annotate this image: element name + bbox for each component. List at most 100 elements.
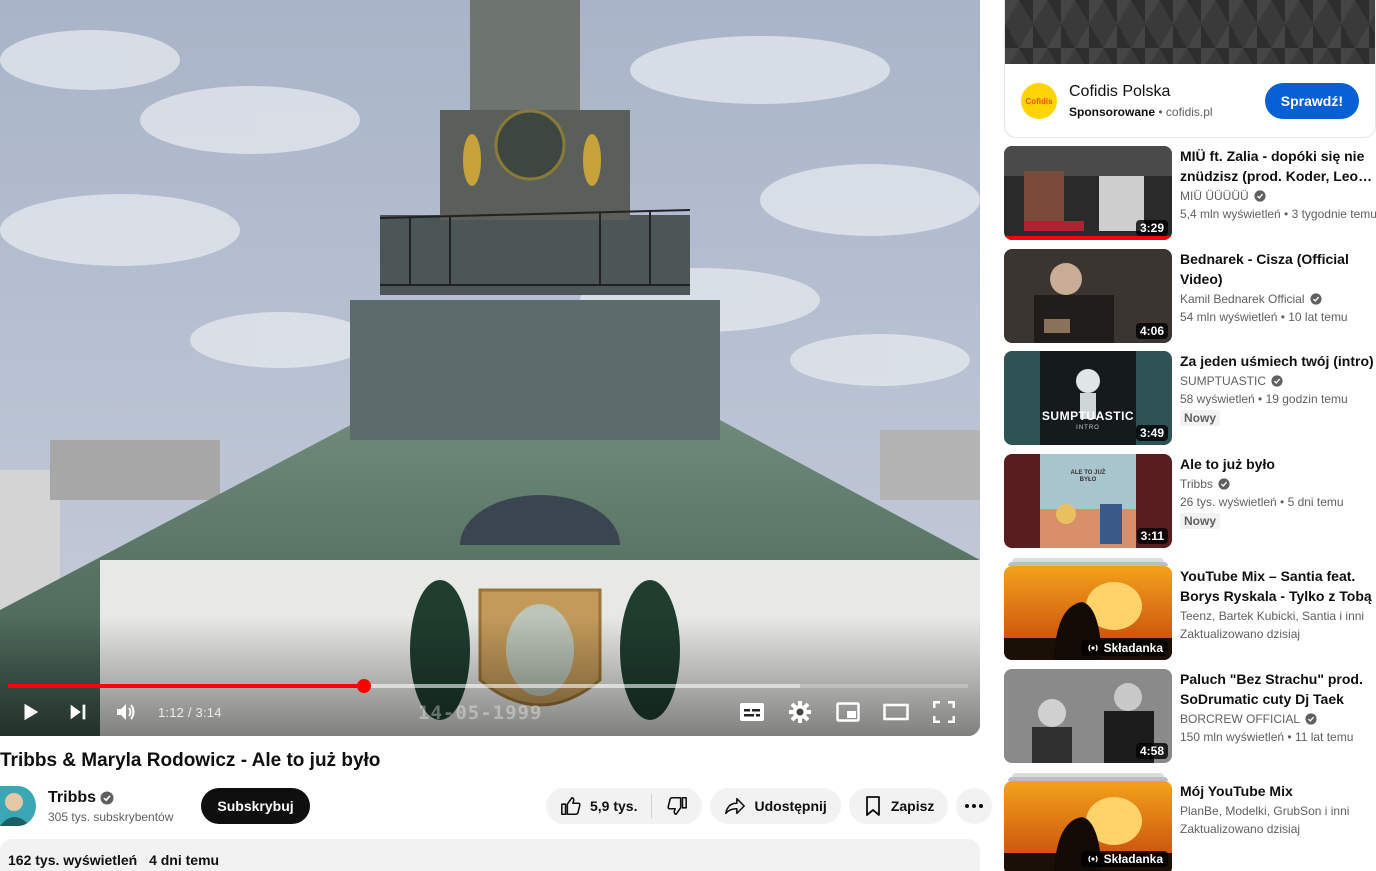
progress-played [8, 684, 365, 688]
recommendation-info: Ale to już było Tribbs 26 tys. wyświetle… [1172, 454, 1376, 548]
recommendation-title: Za jeden uśmiech twój (intro) [1180, 353, 1374, 369]
thumbnail-text: SUMPTUASTIC [1041, 409, 1135, 423]
recommendation-title: MIÜ ft. Zalia - dopóki się nie znüdzisz … [1180, 148, 1367, 184]
save-button[interactable]: Zapisz [848, 788, 949, 824]
description-box[interactable]: 162 tys. wyświetleń 4 dni temu [0, 839, 980, 871]
advertiser-name: Cofidis Polska [1069, 83, 1171, 100]
subtitles-icon [740, 703, 764, 721]
view-count: 162 tys. wyświetleń [8, 852, 138, 868]
fullscreen-icon [933, 701, 955, 723]
miniplayer-icon [836, 702, 860, 722]
video-player[interactable]: 14-05-1999 1:12 / 3:14 [0, 0, 980, 736]
recommendation-channel: PlanBe, Modelki, GrubSon i inni [1180, 804, 1350, 818]
recommendation-item[interactable]: Składanka Mój YouTube Mix PlanBe, Modelk… [1004, 781, 1376, 871]
video-thumbnail[interactable]: Składanka [1004, 566, 1172, 660]
recommendation-info: Za jeden uśmiech twój (intro) SUMPTUASTI… [1172, 351, 1376, 445]
thumb-up-icon [561, 796, 581, 816]
ad-text: Cofidis Polska Sponsorowane • cofidis.pl [1069, 83, 1265, 119]
video-thumbnail[interactable]: Składanka [1004, 781, 1172, 871]
video-duration: 4:58 [1135, 743, 1168, 759]
recommendation-meta: Zaktualizowano dzisiaj [1180, 627, 1301, 641]
recommendation-item[interactable]: 4:06 Bednarek - Cisza (Official Video) K… [1004, 249, 1376, 343]
thumb-down-icon [667, 796, 688, 816]
new-badge: Nowy [1180, 410, 1221, 426]
bookmark-icon [865, 796, 880, 816]
play-icon [24, 703, 39, 721]
subtitles-button[interactable] [728, 692, 776, 732]
recommendation-item[interactable]: SUMPTUASTIC INTRO 3:49 Za jeden uśmiech … [1004, 351, 1376, 445]
recommendation-title: Ale to już było [1180, 456, 1275, 472]
share-label: Udostępnij [754, 798, 827, 814]
recommendation-item[interactable]: Składanka YouTube Mix – Santia feat. Bor… [1004, 566, 1376, 660]
dislike-button[interactable] [652, 788, 702, 824]
like-button[interactable]: 5,9 tys. [546, 788, 651, 824]
recommendation-title: Bednarek - Cisza (Official Video) [1180, 251, 1349, 287]
recommendation-info: YouTube Mix – Santia feat. Borys Ryskala… [1172, 566, 1376, 660]
more-actions-button[interactable] [956, 788, 993, 824]
recommendation-title: Paluch "Bez Strachu" prod. SoDrumatic cu… [1180, 671, 1363, 707]
recommendation-title: Mój YouTube Mix [1180, 783, 1293, 799]
verified-icon [1309, 293, 1322, 305]
subscribe-button[interactable]: Subskrybuj [201, 788, 310, 824]
ad-body: Cofidis Cofidis Polska Sponsorowane • co… [1005, 64, 1375, 137]
save-seg: Zapisz [849, 788, 949, 824]
recommendation-channel: SUMPTUASTIC [1180, 374, 1376, 388]
gear-icon [789, 701, 811, 723]
volume-button[interactable] [102, 692, 150, 732]
recommendation-info: Paluch "Bez Strachu" prod. SoDrumatic cu… [1172, 669, 1376, 763]
video-duration: 4:06 [1135, 323, 1168, 339]
subscriber-count: 305 tys. subskrybentów [48, 809, 174, 824]
recommendation-channel: Tribbs [1180, 477, 1376, 491]
settings-button[interactable] [776, 692, 824, 732]
play-button[interactable] [6, 692, 54, 732]
video-thumbnail[interactable]: 4:06 [1004, 249, 1172, 343]
miniplayer-button[interactable] [824, 692, 872, 732]
recommendation-item[interactable]: 3:29 MIÜ ft. Zalia - dopóki się nie znüd… [1004, 146, 1376, 240]
mix-badge: Składanka [1080, 851, 1168, 867]
sponsored-label: Sponsorowane [1069, 105, 1156, 119]
theater-button[interactable] [872, 692, 920, 732]
ad-cta-button[interactable]: Sprawdź! [1264, 83, 1359, 119]
new-badge: Nowy [1180, 513, 1221, 529]
video-duration: 3:49 [1135, 425, 1168, 441]
ad-domain: cofidis.pl [1165, 105, 1213, 119]
video-duration: 3:11 [1136, 528, 1168, 544]
recommendation-channel: MIÜ ÜÜÜÜÜ [1180, 189, 1376, 203]
video-thumbnail[interactable]: 4:58 [1004, 669, 1172, 763]
thumbnail-text: ALE TO JUŻ BYŁO [1070, 470, 1106, 483]
recommendation-channel: BORCREW OFFICIAL [1180, 712, 1376, 726]
next-button[interactable] [54, 692, 102, 732]
action-bar: 5,9 tys. Udostępnij Zapisz [546, 788, 993, 824]
recommendation-item[interactable]: ALE TO JUŻ BYŁO 3:11 Ale to już było Tri… [1004, 454, 1376, 548]
verified-icon [1254, 190, 1266, 202]
fullscreen-button[interactable] [920, 692, 968, 732]
video-thumbnail[interactable]: SUMPTUASTIC INTRO 3:49 [1004, 351, 1172, 445]
recommendation-info: MIÜ ft. Zalia - dopóki się nie znüdzisz … [1172, 146, 1376, 240]
channel-name[interactable]: Tribbs [48, 789, 173, 807]
ad-banner-image [1005, 0, 1375, 64]
channel-avatar[interactable] [0, 786, 36, 826]
video-title: Tribbs & Maryla Rodowicz - Ale to już by… [0, 750, 381, 771]
broadcast-icon [1087, 644, 1098, 652]
video-thumbnail[interactable]: 3:29 [1004, 146, 1172, 240]
verified-icon [100, 791, 114, 804]
recommendation-meta: 58 wyświetleń • 19 godzin temu [1180, 392, 1348, 406]
like-dislike-pill: 5,9 tys. [546, 788, 703, 824]
share-button[interactable]: Udostępnij [710, 788, 841, 824]
recommendation-meta: Zaktualizowano dzisiaj [1180, 822, 1301, 836]
sponsored-ad[interactable]: Cofidis Cofidis Polska Sponsorowane • co… [1004, 0, 1376, 138]
advertiser-logo: Cofidis [1021, 83, 1057, 119]
video-thumbnail[interactable]: ALE TO JUŻ BYŁO 3:11 [1004, 454, 1172, 548]
share-icon [725, 797, 746, 815]
recommendation-info: Bednarek - Cisza (Official Video) Kamil … [1172, 249, 1376, 343]
recommendation-channel: Kamil Bednarek Official [1180, 292, 1376, 306]
more-icon [965, 804, 984, 808]
owner-row: Tribbs 305 tys. subskrybentów Subskrybuj [0, 784, 310, 828]
channel-info: Tribbs 305 tys. subskrybentów [48, 789, 173, 824]
verified-icon [1271, 375, 1283, 387]
verified-icon [1218, 478, 1230, 490]
progress-bar[interactable] [8, 679, 968, 693]
recommendation-item[interactable]: 4:58 Paluch "Bez Strachu" prod. SoDrumat… [1004, 669, 1376, 763]
mix-badge: Składanka [1080, 640, 1168, 656]
recommendation-title: YouTube Mix – Santia feat. Borys Ryskala… [1180, 568, 1372, 604]
